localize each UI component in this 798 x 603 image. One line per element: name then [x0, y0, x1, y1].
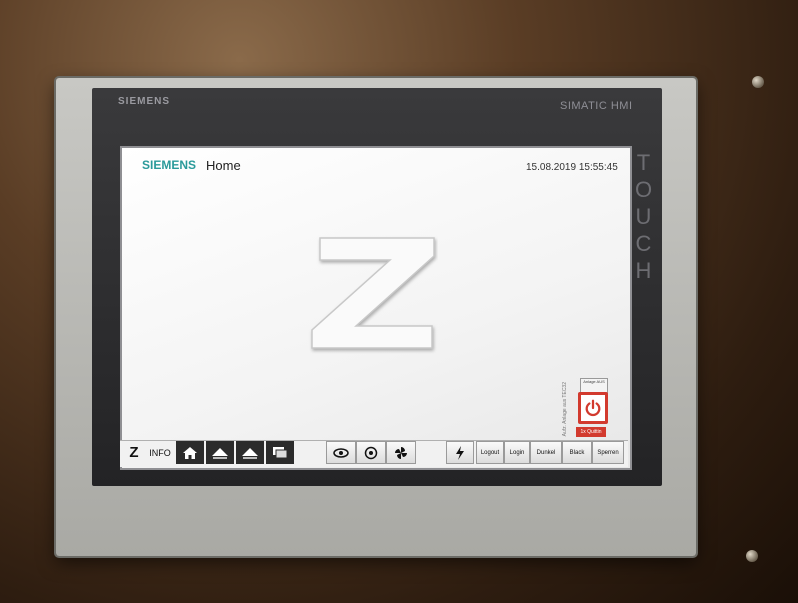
touch-label: TOUCH	[631, 150, 656, 285]
config-button[interactable]	[356, 441, 386, 464]
up-button[interactable]	[236, 441, 264, 464]
vertical-status-text: Aufz. Anlage aus TEC32	[562, 382, 568, 437]
sperren-button[interactable]: Sperren	[592, 441, 624, 464]
config-icon	[364, 446, 378, 459]
up-button[interactable]	[206, 441, 234, 464]
header-brand: SIEMENS	[142, 158, 197, 172]
fan-icon	[395, 446, 407, 459]
eye-icon	[333, 447, 349, 458]
black-button[interactable]: Black	[562, 441, 592, 464]
z-button[interactable]: Z	[124, 441, 144, 464]
windows-button[interactable]	[266, 441, 294, 464]
datetime-display: 15.08.2019 15:55:45	[526, 162, 618, 173]
power-icon	[585, 399, 601, 417]
power-button[interactable]	[578, 392, 608, 424]
up-icon	[242, 447, 258, 459]
logout-button[interactable]: Logout	[476, 441, 504, 464]
device-brand: SIEMENS	[118, 96, 171, 107]
page-title: Home	[206, 158, 241, 173]
dunkel-button[interactable]: Dunkel	[530, 441, 562, 464]
lightning-icon	[456, 445, 464, 460]
login-button[interactable]: Login	[504, 441, 530, 464]
quit-button[interactable]: 1x Quittin	[576, 427, 606, 437]
z-logo-icon	[311, 237, 435, 349]
home-button[interactable]	[176, 441, 204, 464]
fan-button[interactable]	[386, 441, 416, 464]
device-model-label: SIMATIC HMI	[560, 100, 633, 112]
screw-icon	[752, 76, 764, 88]
info-button[interactable]: INFO	[146, 441, 174, 464]
lightning-button[interactable]	[446, 441, 474, 464]
up-icon	[212, 447, 228, 459]
home-icon	[183, 446, 197, 459]
windows-icon	[273, 446, 288, 458]
screw-icon	[746, 550, 758, 562]
eye-button[interactable]	[326, 441, 356, 464]
